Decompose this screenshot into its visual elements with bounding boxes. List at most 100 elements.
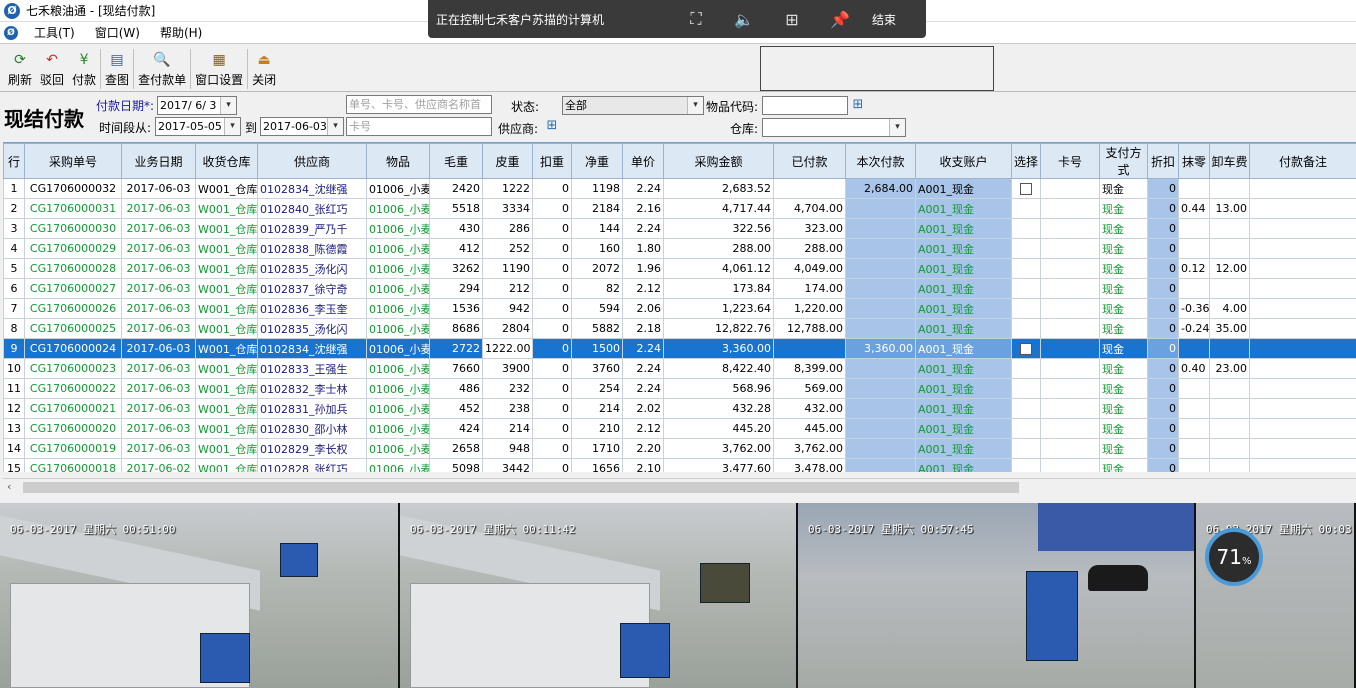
cell-card[interactable] [1040, 218, 1100, 239]
cell-note[interactable] [1249, 338, 1356, 359]
pay-date-field[interactable]: 2017/ 6/ 3 ▾ [157, 96, 237, 115]
cell-disc[interactable]: 0 [1147, 198, 1179, 219]
cell-check[interactable] [1011, 218, 1041, 239]
cell-check[interactable] [1011, 318, 1041, 339]
column-header[interactable]: 单价 [622, 143, 664, 179]
cell-round[interactable] [1178, 458, 1210, 472]
column-header[interactable]: 卡号 [1040, 143, 1100, 179]
cell-disc[interactable]: 0 [1147, 318, 1179, 339]
column-header[interactable]: 支付方式 [1099, 143, 1148, 179]
cell-unload[interactable]: 13.00 [1209, 198, 1250, 219]
table-row[interactable]: 13CG17060000202017-06-03W001_仓库10102830_… [3, 418, 1356, 439]
cell-pay[interactable] [845, 318, 916, 339]
search-input[interactable]: 单号、卡号、供应商名称首 [346, 95, 492, 114]
cell-round[interactable]: -0.36 [1178, 298, 1210, 319]
column-header[interactable]: 业务日期 [121, 143, 196, 179]
cell-pay[interactable] [845, 278, 916, 299]
cell-unload[interactable]: 23.00 [1209, 358, 1250, 379]
cell-check[interactable] [1011, 238, 1041, 259]
select-checkbox[interactable] [1020, 343, 1032, 355]
column-header[interactable]: 本次付款 [845, 143, 916, 179]
column-header[interactable]: 收支账户 [915, 143, 1012, 179]
cell-check[interactable] [1011, 258, 1041, 279]
cell-card[interactable] [1040, 258, 1100, 279]
cell-method[interactable]: 现金 [1099, 258, 1148, 279]
table-row[interactable]: 14CG17060000192017-06-03W001_仓库10102829_… [3, 438, 1356, 459]
column-header[interactable]: 已付款 [773, 143, 846, 179]
cell-note[interactable] [1249, 358, 1356, 379]
cell-pay[interactable] [845, 418, 916, 439]
menu-tools[interactable]: 工具(T) [24, 24, 85, 41]
cell-check[interactable] [1011, 358, 1041, 379]
cell-method[interactable]: 现金 [1099, 358, 1148, 379]
card-input[interactable]: 卡号 [346, 117, 492, 136]
speaker-icon[interactable]: 🔈 [720, 10, 768, 29]
cell-method[interactable]: 现金 [1099, 218, 1148, 239]
table-row[interactable]: 1CG17060000322017-06-03W001_仓库10102834_沈… [3, 178, 1356, 199]
table-row[interactable]: 2CG17060000312017-06-03W001_仓库10102840_张… [3, 198, 1356, 219]
cell-unload[interactable] [1209, 238, 1250, 259]
cell-pay[interactable]: 2,684.00 [845, 178, 916, 199]
cell-note[interactable] [1249, 398, 1356, 419]
camera-view-2[interactable]: 06-03-2017 星期六 00:11:42 [400, 503, 798, 688]
cell-disc[interactable]: 0 [1147, 218, 1179, 239]
cell-unload[interactable] [1209, 458, 1250, 472]
column-header[interactable]: 卸车费 [1209, 143, 1250, 179]
cell-method[interactable]: 现金 [1099, 418, 1148, 439]
chevron-down-icon[interactable]: ▾ [327, 118, 343, 135]
cell-unload[interactable] [1209, 338, 1250, 359]
cell-method[interactable]: 现金 [1099, 458, 1148, 472]
query-payment-button[interactable]: 🔍 查付款单 [134, 46, 190, 92]
cell-round[interactable]: -0.24 [1178, 318, 1210, 339]
chevron-down-icon[interactable]: ▾ [889, 119, 905, 136]
status-select[interactable]: 全部 ▾ [562, 96, 704, 115]
cell-disc[interactable]: 0 [1147, 378, 1179, 399]
period-from-field[interactable]: 2017-05-05 ▾ [155, 117, 241, 136]
cell-unload[interactable] [1209, 418, 1250, 439]
column-header[interactable]: 净重 [571, 143, 623, 179]
warehouse-select[interactable]: ▾ [762, 118, 906, 137]
cell-check[interactable] [1011, 278, 1041, 299]
column-header[interactable]: 毛重 [429, 143, 483, 179]
window-icon[interactable]: ⊞ [768, 10, 816, 29]
close-button[interactable]: ⏏ 关闭 [248, 46, 280, 92]
cell-round[interactable] [1178, 338, 1210, 359]
cell-card[interactable] [1040, 358, 1100, 379]
cell-unload[interactable] [1209, 218, 1250, 239]
menu-window[interactable]: 窗口(W) [85, 24, 150, 41]
cell-card[interactable] [1040, 278, 1100, 299]
cell-note[interactable] [1249, 298, 1356, 319]
pin-icon[interactable]: 📌 [816, 10, 864, 29]
chevron-down-icon[interactable]: ▾ [687, 97, 703, 114]
cell-unload[interactable] [1209, 278, 1250, 299]
cell-disc[interactable]: 0 [1147, 358, 1179, 379]
table-row[interactable]: 10CG17060000232017-06-03W001_仓库10102833_… [3, 358, 1356, 379]
cell-disc[interactable]: 0 [1147, 338, 1179, 359]
cell-note[interactable] [1249, 178, 1356, 199]
cell-note[interactable] [1249, 378, 1356, 399]
cell-method[interactable]: 现金 [1099, 238, 1148, 259]
cell-unload[interactable] [1209, 398, 1250, 419]
cell-method[interactable]: 现金 [1099, 198, 1148, 219]
camera-view-3[interactable]: 06-03-2017 星期六 00:57:45 [798, 503, 1196, 688]
cell-card[interactable] [1040, 418, 1100, 439]
cell-round[interactable] [1178, 438, 1210, 459]
table-row[interactable]: 5CG17060000282017-06-03W001_仓库10102835_汤… [3, 258, 1356, 279]
cell-check[interactable] [1011, 458, 1041, 472]
cell-disc[interactable]: 0 [1147, 178, 1179, 199]
end-session-button[interactable]: 结束 [872, 11, 896, 28]
cell-disc[interactable]: 0 [1147, 458, 1179, 472]
cell-pay[interactable] [845, 238, 916, 259]
cell-check[interactable] [1011, 398, 1041, 419]
cell-method[interactable]: 现金 [1099, 378, 1148, 399]
supplier-picker-icon[interactable]: ⊞ [543, 118, 561, 134]
cell-pay[interactable] [845, 218, 916, 239]
cell-method[interactable]: 现金 [1099, 278, 1148, 299]
cell-card[interactable] [1040, 338, 1100, 359]
cell-note[interactable] [1249, 278, 1356, 299]
cell-round[interactable] [1178, 238, 1210, 259]
cell-card[interactable] [1040, 178, 1100, 199]
cell-pay[interactable] [845, 438, 916, 459]
cell-unload[interactable]: 12.00 [1209, 258, 1250, 279]
cell-check[interactable] [1011, 378, 1041, 399]
